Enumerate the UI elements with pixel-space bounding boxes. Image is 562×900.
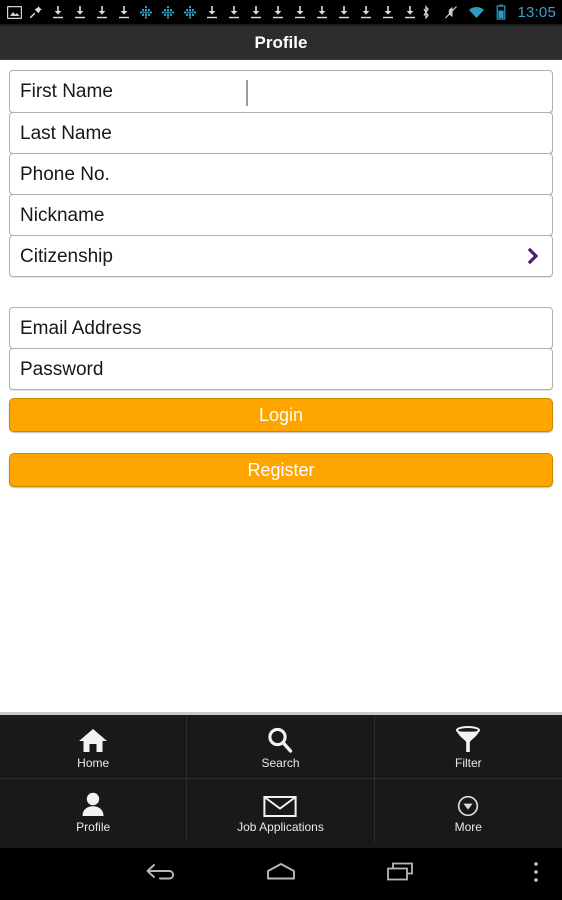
nav-overflow-menu-button[interactable] [516,848,556,900]
download-icon [70,3,90,21]
sync-icon [158,3,178,21]
download-icon [92,3,112,21]
last-name-field[interactable]: Last Name [9,112,553,154]
download-icon [202,3,222,21]
android-navigation-bar [0,848,562,900]
tab-home[interactable]: Home [0,715,188,778]
last-name-label: Last Name [20,122,112,144]
phone-number-field[interactable]: Phone No. [9,153,553,195]
status-bar-notification-icons [4,3,416,21]
back-arrow-icon [145,860,179,889]
tab-job-applications[interactable]: Job Applications [187,779,375,842]
sync-icon [136,3,156,21]
tab-filter[interactable]: Filter [375,715,562,778]
tab-more-label: More [454,820,482,834]
device-screen: 13:05 Profile First Name Last Name Phone… [0,0,562,900]
tab-search-label: Search [261,756,300,770]
status-bar: 13:05 [0,0,562,24]
tab-profile[interactable]: Profile [0,779,188,842]
text-caret [246,80,248,106]
tab-home-label: Home [77,756,110,770]
wifi-icon [466,3,486,21]
download-icon [378,3,398,21]
password-field[interactable]: Password [9,348,553,390]
home-icon [78,724,108,754]
status-bar-system-icons: 13:05 [416,3,556,21]
login-button[interactable]: Login [9,398,553,432]
mute-icon [441,3,461,21]
citizenship-label: Citizenship [20,245,113,267]
download-icon [224,3,244,21]
citizenship-field[interactable]: Citizenship [9,235,553,277]
profile-field-group: First Name Last Name Phone No. Nickname … [9,70,553,277]
chevron-down-circle-icon [456,788,480,818]
download-icon [356,3,376,21]
button-spacer-middle [9,432,553,453]
envelope-icon [263,788,298,818]
image-icon [4,3,24,21]
register-button-label: Register [247,459,315,480]
tab-more[interactable]: More [375,779,562,842]
login-button-label: Login [258,404,304,425]
nav-back-button[interactable] [120,848,204,900]
chevron-right-icon[interactable] [526,246,541,266]
battery-icon [491,3,511,21]
download-icon [246,3,266,21]
first-name-label: First Name [20,81,113,102]
tab-search[interactable]: Search [187,715,375,778]
download-icon [48,3,68,21]
home-outline-icon [263,861,299,888]
download-icon [290,3,310,21]
title-bar: Profile [0,26,562,60]
bluetooth-icon [416,3,436,21]
search-icon [265,724,295,754]
nav-home-button[interactable] [239,848,323,900]
person-icon [79,788,107,818]
download-icon [268,3,288,21]
download-icon [114,3,134,21]
overflow-menu-icon [533,860,539,889]
tab-bar-row-2: Profile Job Applications More [0,779,562,842]
download-icon [334,3,354,21]
account-field-group: Email Address Password [9,307,553,390]
download-icon [400,3,416,21]
password-label: Password [20,358,104,380]
tab-profile-label: Profile [76,820,111,834]
tab-filter-label: Filter [454,756,482,770]
nickname-label: Nickname [20,204,105,226]
register-button[interactable]: Register [9,453,553,487]
recents-icon [385,860,417,889]
form-group-spacer [9,277,553,307]
tab-job-applications-label: Job Applications [237,820,324,834]
email-address-label: Email Address [20,317,142,339]
download-icon [312,3,332,21]
button-spacer-top [9,390,553,398]
filter-icon [453,724,483,754]
status-bar-clock: 13:05 [517,3,556,21]
nav-recents-button[interactable] [359,848,443,900]
profile-form: First Name Last Name Phone No. Nickname … [0,61,562,712]
tab-bar-row-1: Home Search Filter [0,715,562,779]
sync-icon [180,3,200,21]
email-address-field[interactable]: Email Address [9,307,553,349]
bottom-tab-bar: Home Search Filter Profile Job Applicati… [0,712,562,848]
nickname-field[interactable]: Nickname [9,194,553,236]
page-title: Profile [254,32,308,52]
first-name-field[interactable]: First Name [9,70,553,113]
pushpin-icon [26,3,46,21]
phone-number-label: Phone No. [20,163,110,185]
